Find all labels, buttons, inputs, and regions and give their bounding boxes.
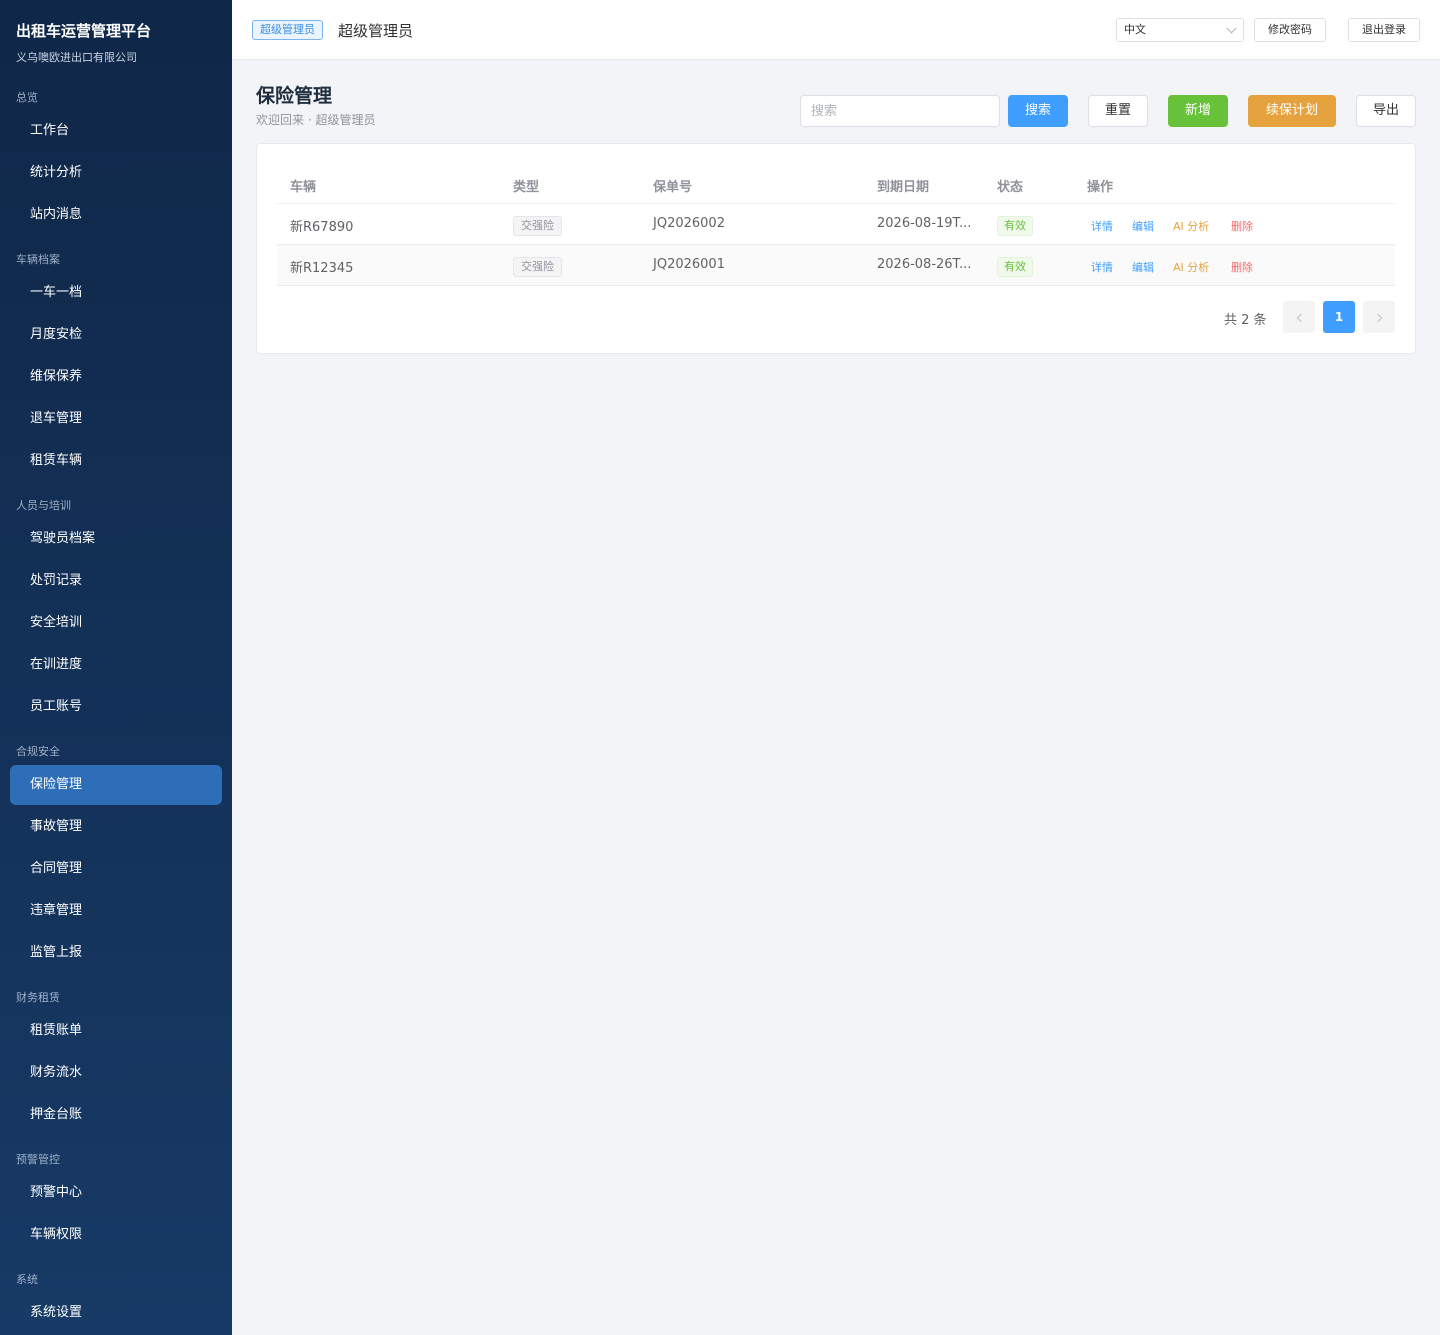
cell-policy-no: JQ2026002 xyxy=(653,216,725,231)
sidebar-item-system-settings[interactable]: 系统设置 xyxy=(10,1293,222,1333)
chevron-left-icon xyxy=(1296,313,1305,323)
brand-title: 出租车运营管理平台 xyxy=(16,22,152,40)
edit-link[interactable]: 编辑 xyxy=(1132,259,1154,275)
sidebar-item-workbench[interactable]: 工作台 xyxy=(10,111,222,151)
sidebar-item-finance-flow[interactable]: 财务流水 xyxy=(10,1053,222,1093)
nav-group-label-compliance: 合规安全 xyxy=(16,745,60,758)
sidebar-item-insurance[interactable]: 保险管理 xyxy=(10,765,222,805)
sidebar-item-vehicle-permissions[interactable]: 车辆权限 xyxy=(10,1215,222,1255)
sidebar-item-driver-files[interactable]: 驾驶员档案 xyxy=(10,519,222,559)
sidebar-item-safety-training[interactable]: 安全培训 xyxy=(10,603,222,643)
cell-type-tag: 交强险 xyxy=(513,216,562,236)
column-header-actions: 操作 xyxy=(1087,180,1114,195)
search-input[interactable] xyxy=(800,95,1000,127)
delete-link[interactable]: 删除 xyxy=(1231,259,1253,275)
table-row: 新R12345 交强险 JQ2026001 2026-08-26T... 有效 … xyxy=(277,245,1395,286)
topbar: 超级管理员 超级管理员 中文 修改密码 退出登录 xyxy=(232,0,1440,60)
sidebar-item-penalties[interactable]: 处罚记录 xyxy=(10,561,222,601)
cell-policy-no: JQ2026001 xyxy=(653,257,725,272)
cell-vehicle: 新R12345 xyxy=(290,261,354,276)
sidebar-item-contracts[interactable]: 合同管理 xyxy=(10,849,222,889)
sidebar-item-vehicle-file[interactable]: 一车一档 xyxy=(10,273,222,313)
nav-group-label-finance: 财务租赁 xyxy=(16,991,60,1004)
delete-link[interactable]: 删除 xyxy=(1231,218,1253,234)
sidebar-item-staff-accounts[interactable]: 员工账号 xyxy=(10,687,222,727)
edit-link[interactable]: 编辑 xyxy=(1132,218,1154,234)
table-header: 车辆 类型 保单号 到期日期 状态 操作 xyxy=(277,164,1395,204)
insurance-table-card: 车辆 类型 保单号 到期日期 状态 操作 新R67890 交强险 JQ20260… xyxy=(256,143,1416,354)
renewal-plan-button[interactable]: 续保计划 xyxy=(1248,95,1336,127)
cell-type-tag: 交强险 xyxy=(513,257,562,277)
export-button[interactable]: 导出 xyxy=(1356,95,1416,127)
sidebar-item-statistics[interactable]: 统计分析 xyxy=(10,153,222,193)
cell-expiry: 2026-08-26T... xyxy=(877,257,972,272)
next-page-button[interactable] xyxy=(1363,301,1395,333)
sidebar-item-maintenance[interactable]: 维保保养 xyxy=(10,357,222,397)
sidebar-item-vehicle-return[interactable]: 退车管理 xyxy=(10,399,222,439)
sidebar-item-alert-center[interactable]: 预警中心 xyxy=(10,1173,222,1213)
language-select[interactable]: 中文 xyxy=(1116,18,1244,42)
language-select-value: 中文 xyxy=(1124,23,1146,36)
brand: 出租车运营管理平台 义乌噢欧进出口有限公司 xyxy=(16,20,151,65)
role-badge: 超级管理员 xyxy=(252,20,323,40)
column-header-type: 类型 xyxy=(513,180,540,195)
current-user-name: 超级管理员 xyxy=(338,22,414,40)
cell-expiry: 2026-08-19T... xyxy=(877,216,972,231)
sidebar: 出租车运营管理平台 义乌噢欧进出口有限公司 总览 工作台 统计分析 站内消息 车… xyxy=(0,0,232,1335)
reset-button[interactable]: 重置 xyxy=(1088,95,1148,127)
page-title: 保险管理 xyxy=(256,85,333,107)
status-badge: 有效 xyxy=(997,216,1033,236)
chevron-down-icon xyxy=(1226,23,1237,34)
page-number-button[interactable]: 1 xyxy=(1323,301,1355,333)
sidebar-item-messages[interactable]: 站内消息 xyxy=(10,195,222,235)
column-header-expiry: 到期日期 xyxy=(877,180,930,195)
column-header-status: 状态 xyxy=(997,180,1024,195)
logout-button[interactable]: 退出登录 xyxy=(1348,18,1420,42)
sidebar-item-violations[interactable]: 违章管理 xyxy=(10,891,222,931)
nav-group-label-personnel: 人员与培训 xyxy=(16,499,71,512)
insurance-table: 车辆 类型 保单号 到期日期 状态 操作 新R67890 交强险 JQ20260… xyxy=(277,164,1395,286)
search-button[interactable]: 搜索 xyxy=(1008,95,1068,127)
ai-analysis-link[interactable]: AI 分析 xyxy=(1173,259,1209,275)
pagination-total: 共 2 条 xyxy=(1224,313,1267,328)
add-button[interactable]: 新增 xyxy=(1168,95,1228,127)
detail-link[interactable]: 详情 xyxy=(1091,218,1113,234)
nav-group-label-alerts: 预警管控 xyxy=(16,1153,60,1166)
nav-group-label-overview: 总览 xyxy=(16,91,38,104)
sidebar-item-leased-vehicles[interactable]: 租赁车辆 xyxy=(10,441,222,481)
prev-page-button[interactable] xyxy=(1283,301,1315,333)
nav-group-label-vehicles: 车辆档案 xyxy=(16,253,60,266)
brand-subtitle: 义乌噢欧进出口有限公司 xyxy=(16,51,137,64)
status-badge: 有效 xyxy=(997,257,1033,277)
sidebar-item-deposit-ledger[interactable]: 押金台账 xyxy=(10,1095,222,1135)
page-subtitle: 欢迎回来 · 超级管理员 xyxy=(256,113,376,127)
ai-analysis-link[interactable]: AI 分析 xyxy=(1173,218,1209,234)
change-password-button[interactable]: 修改密码 xyxy=(1254,18,1326,42)
chevron-right-icon xyxy=(1373,313,1382,323)
detail-link[interactable]: 详情 xyxy=(1091,259,1113,275)
sidebar-item-accidents[interactable]: 事故管理 xyxy=(10,807,222,847)
sidebar-item-monthly-inspection[interactable]: 月度安检 xyxy=(10,315,222,355)
cell-vehicle: 新R67890 xyxy=(290,220,354,235)
column-header-vehicle: 车辆 xyxy=(290,180,317,195)
sidebar-item-training-progress[interactable]: 在训进度 xyxy=(10,645,222,685)
sidebar-item-lease-bills[interactable]: 租赁账单 xyxy=(10,1011,222,1051)
table-row: 新R67890 交强险 JQ2026002 2026-08-19T... 有效 … xyxy=(277,204,1395,245)
nav-group-label-system: 系统 xyxy=(16,1273,38,1286)
column-header-policy-no: 保单号 xyxy=(653,180,693,195)
sidebar-item-regulatory-report[interactable]: 监管上报 xyxy=(10,933,222,973)
